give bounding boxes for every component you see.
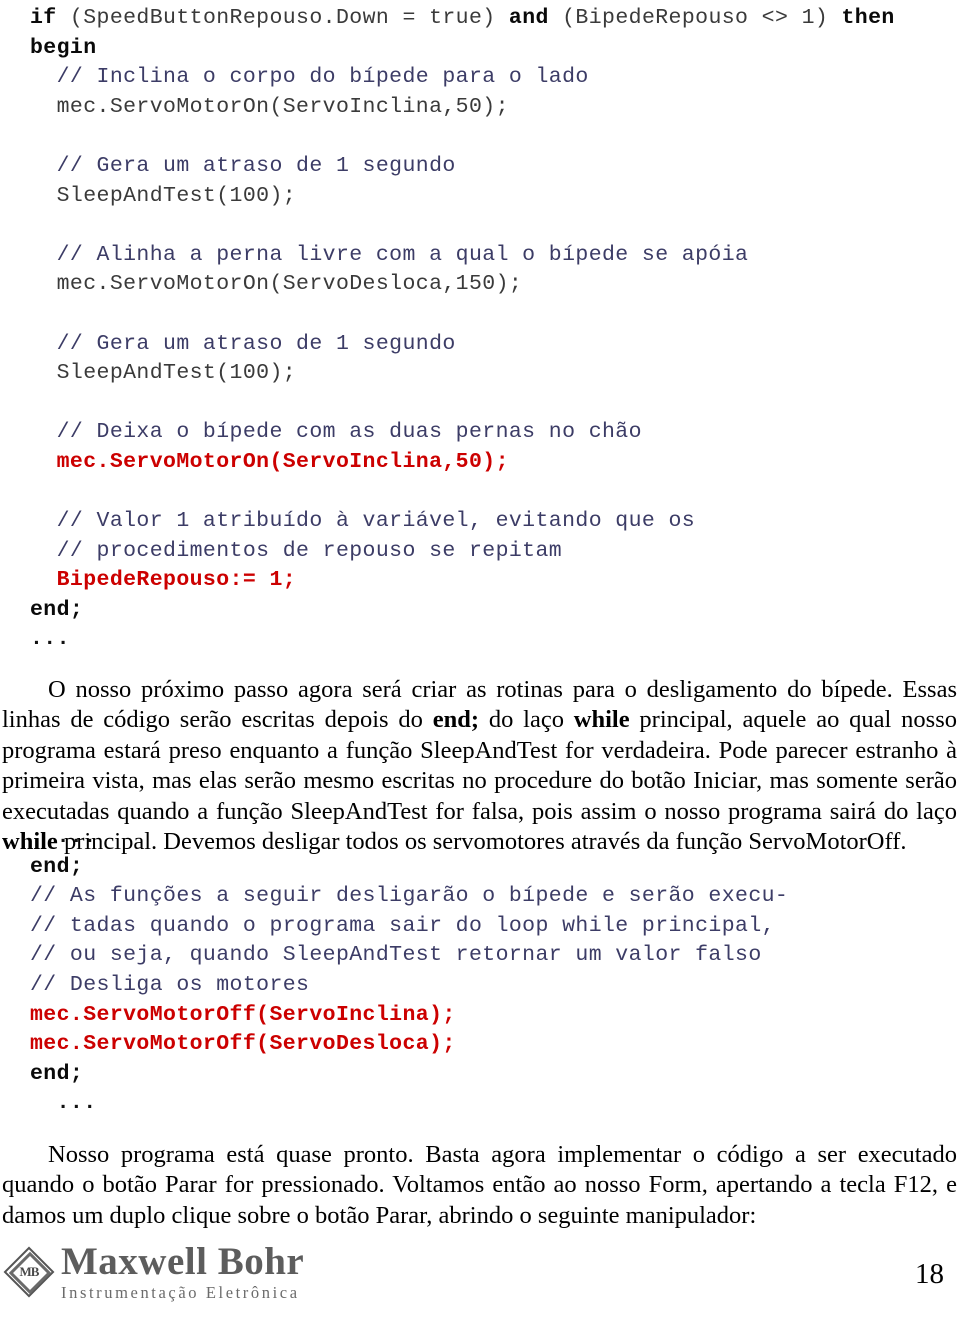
logo-company-subtitle: Instrumentação Eletrônica [61, 1283, 300, 1302]
code-line: mec.ServoMotorOn(ServoInclina,50); [30, 448, 895, 478]
body-text: do laço [479, 706, 574, 733]
code-token-comment: // Deixa o bípede com as duas pernas no … [56, 420, 642, 445]
code-token-keyword: begin [30, 35, 97, 60]
document-page: if (SpeedButtonRepouso.Down = true) and … [0, 0, 960, 1317]
paragraph-botao-parar: Nosso programa está quase pronto. Basta … [2, 1140, 957, 1232]
maxwell-bohr-logo: MB Maxwell Bohr Instrumentação Eletrônic… [3, 1240, 305, 1303]
code-line: // Gera um atraso de 1 segundo [30, 152, 895, 182]
code-block-desliga-motores: ... end; // As funções a seguir desligarão… [30, 823, 788, 1119]
logo-company-name: Maxwell Bohr [61, 1240, 305, 1283]
code-token-comment: // tadas quando o programa sair do loop … [30, 913, 775, 938]
code-line: end; [30, 1060, 788, 1090]
code-line: mec.ServoMotorOff(ServoDesloca); [30, 1030, 788, 1060]
page-number: 18 [915, 1258, 944, 1290]
code-token-red: mec.ServoMotorOff(ServoDesloca); [30, 1032, 456, 1057]
code-line: // procedimentos de repouso se repitam [30, 537, 895, 567]
code-line: // Inclina o corpo do bípede para o lado [30, 63, 895, 93]
code-token-comment: // Valor 1 atribuído à variável, evitand… [56, 509, 696, 534]
code-line: SleepAndTest(100); [30, 182, 895, 212]
code-token-comment: // As funções a seguir desligarão o bípe… [30, 884, 789, 909]
code-token-keyword: end; [30, 854, 84, 879]
code-token-dots: ... [56, 1091, 97, 1116]
page-footer: MB Maxwell Bohr Instrumentação Eletrônic… [0, 1229, 960, 1309]
diamond-emblem-icon: MB [3, 1246, 55, 1298]
code-token-plain: (BipedeRepouso <> 1) [562, 6, 842, 30]
code-line: mec.ServoMotorOn(ServoInclina,50); [30, 93, 895, 123]
code-line: // Deixa o bípede com as duas pernas no … [30, 418, 895, 448]
code-line: mec.ServoMotorOn(ServoDesloca,150); [30, 270, 895, 300]
code-token-comment: // procedimentos de repouso se repitam [56, 538, 563, 563]
code-token-keyword: end; [30, 597, 84, 622]
code-line: mec.ServoMotorOff(ServoInclina); [30, 1001, 788, 1031]
code-token-dots: ... [56, 825, 97, 849]
code-line: end; [30, 853, 788, 883]
code-line: // As funções a seguir desligarão o bípe… [30, 882, 788, 912]
code-line: // Valor 1 atribuído à variável, evitand… [30, 507, 895, 537]
emphasized-text: while [573, 706, 630, 733]
code-token-comment: // ou seja, quando SleepAndTest retornar… [30, 943, 762, 968]
code-line: // ou seja, quando SleepAndTest retornar… [30, 941, 788, 971]
code-line: // Alinha a perna livre com a qual o bíp… [30, 241, 895, 271]
code-line: ... [30, 1089, 788, 1119]
logo-monogram: MB [19, 1264, 40, 1279]
code-token-comment: // Gera um atraso de 1 segundo [56, 153, 456, 178]
body-text: Nosso programa está quase pronto. Basta … [2, 1140, 957, 1229]
code-token-red: mec.ServoMotorOn(ServoInclina,50); [56, 449, 509, 474]
code-token-dots: ... [30, 627, 70, 652]
code-token-plain: SleepAndTest(100); [56, 361, 297, 386]
code-token-keyword: and [508, 6, 563, 30]
code-token-plain: (SpeedButtonRepouso.Down = true) [69, 6, 509, 30]
code-line: ... [30, 625, 895, 655]
code-line: // Gera um atraso de 1 segundo [30, 330, 895, 360]
emphasized-text: end; [432, 706, 480, 733]
code-line: // Desliga os motores [30, 971, 788, 1001]
code-token-comment: // Gera um atraso de 1 segundo [56, 331, 456, 356]
code-line: begin [30, 34, 895, 64]
code-line: if (SpeedButtonRepouso.Down = true) and … [30, 4, 895, 34]
code-line: SleepAndTest(100); [30, 359, 895, 389]
code-token-plain: SleepAndTest(100); [56, 183, 297, 208]
code-token-comment: // Inclina o corpo do bípede para o lado [56, 65, 589, 90]
code-token-keyword: if [30, 6, 70, 30]
code-token-keyword: end; [30, 1061, 84, 1086]
code-token-comment: // Alinha a perna livre com a qual o bíp… [56, 242, 749, 267]
code-line: // tadas quando o programa sair do loop … [30, 912, 788, 942]
code-token-red: mec.ServoMotorOff(ServoInclina); [30, 1002, 456, 1027]
code-token-comment: // Desliga os motores [30, 972, 310, 997]
code-token-plain: mec.ServoMotorOn(ServoDesloca,150); [56, 272, 523, 297]
code-token-keyword: then [841, 6, 895, 30]
code-block-bipede-repouso: if (SpeedButtonRepouso.Down = true) and … [30, 4, 895, 655]
code-token-plain: mec.ServoMotorOn(ServoInclina,50); [56, 94, 509, 119]
code-line: end; [30, 596, 895, 626]
code-token-red: BipedeRepouso:= 1; [56, 568, 297, 593]
code-line: BipedeRepouso:= 1; [30, 566, 895, 596]
code-line: ... [30, 823, 788, 853]
